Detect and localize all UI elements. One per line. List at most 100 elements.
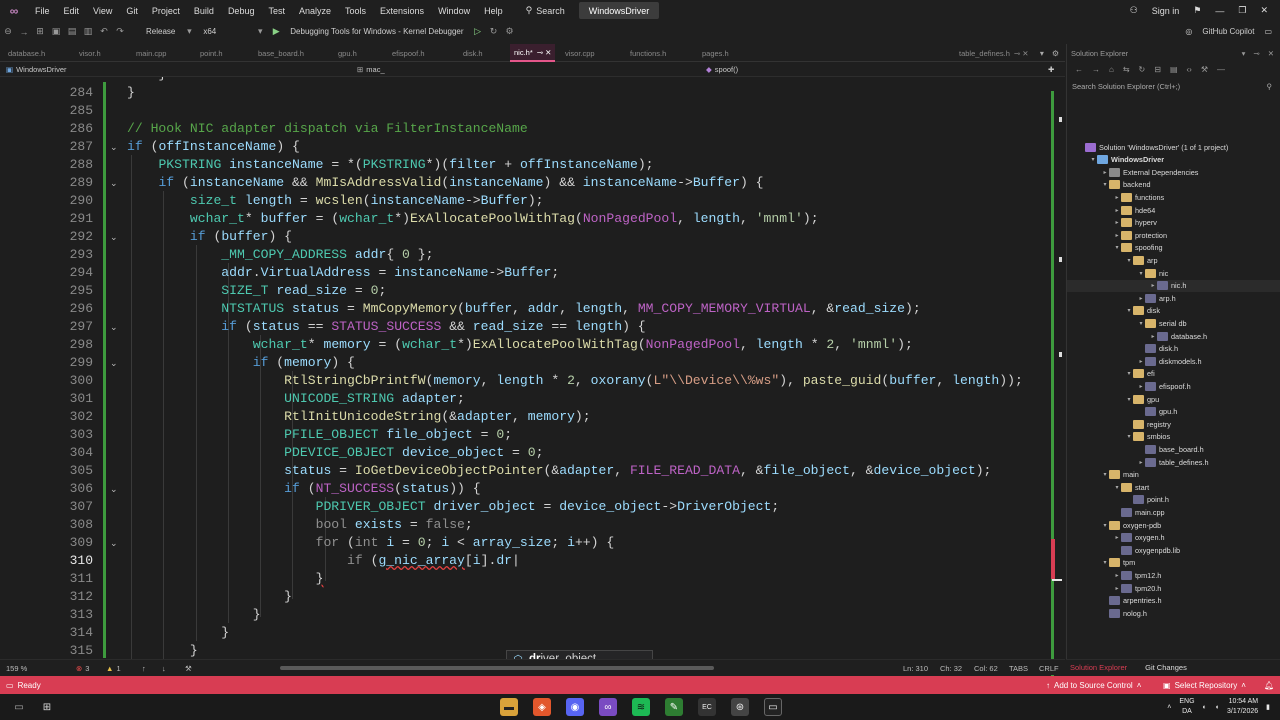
- tree-node[interactable]: ▸ hyperv: [1067, 217, 1280, 229]
- tree-node[interactable]: point.h: [1067, 494, 1280, 506]
- forward-icon[interactable]: →: [1092, 65, 1100, 74]
- more-icon[interactable]: —: [1217, 65, 1225, 74]
- undo-icon[interactable]: ↶: [96, 26, 112, 37]
- add-to-source-control-button[interactable]: ↑ Add to Source Control ˄: [1046, 676, 1141, 694]
- tree-node[interactable]: ▸ functions: [1067, 191, 1280, 203]
- tree-node[interactable]: ▾ start: [1067, 481, 1280, 493]
- menu-item-project[interactable]: Project: [145, 0, 187, 21]
- language-indicator[interactable]: ENG DA: [1179, 697, 1194, 717]
- tree-node[interactable]: ▾ main: [1067, 469, 1280, 481]
- open-icon[interactable]: ▣: [48, 26, 64, 37]
- collapsed-chevron-icon[interactable]: ▸: [1149, 333, 1157, 340]
- tree-node[interactable]: ▾ oxygen-pdb: [1067, 519, 1280, 531]
- terminal-icon[interactable]: ▭: [764, 698, 782, 716]
- menu-item-window[interactable]: Window: [431, 0, 477, 21]
- collapsed-chevron-icon[interactable]: ▸: [1113, 534, 1121, 541]
- tab-git-changes[interactable]: Git Changes: [1145, 663, 1187, 672]
- tree-node[interactable]: ▸ tpm20.h: [1067, 582, 1280, 594]
- network-icon[interactable]: ◐: [1203, 704, 1207, 711]
- show-desktop-icon[interactable]: ▭: [10, 698, 28, 716]
- menu-item-file[interactable]: File: [28, 0, 57, 21]
- start-debugging-icon[interactable]: ▶: [268, 26, 284, 37]
- back-icon[interactable]: ←: [1075, 65, 1083, 74]
- tree-node[interactable]: ▾ serial db: [1067, 317, 1280, 329]
- tree-node[interactable]: ▾ disk: [1067, 305, 1280, 317]
- notifications-icon[interactable]: 🔔︎: [1264, 676, 1274, 694]
- minimize-button[interactable]: —: [1215, 6, 1224, 16]
- menu-item-view[interactable]: View: [86, 0, 119, 21]
- feedback-icon[interactable]: ⚑: [1193, 5, 1201, 16]
- tree-node[interactable]: arpentries.h: [1067, 595, 1280, 607]
- tree-node[interactable]: ▾ arp: [1067, 254, 1280, 266]
- menu-item-git[interactable]: Git: [119, 0, 145, 21]
- properties-icon[interactable]: ⚒: [1201, 65, 1208, 74]
- tree-node[interactable]: ▾ backend: [1067, 179, 1280, 191]
- tab-pages-h[interactable]: pages.h: [698, 44, 733, 62]
- collapsed-chevron-icon[interactable]: ▸: [1149, 282, 1157, 289]
- save-all-icon[interactable]: ▥: [80, 26, 96, 37]
- expanded-chevron-icon[interactable]: ▾: [1113, 484, 1121, 491]
- expanded-chevron-icon[interactable]: ▾: [1137, 270, 1145, 277]
- previous-issue-icon[interactable]: ↑: [142, 660, 146, 676]
- tree-node[interactable]: ▸ arp.h: [1067, 292, 1280, 304]
- tree-node[interactable]: ▾ smbios: [1067, 431, 1280, 443]
- collapsed-chevron-icon[interactable]: ▸: [1113, 572, 1121, 579]
- tree-node[interactable]: ▸ hde64: [1067, 204, 1280, 216]
- close-icon[interactable]: ⊸ ✕: [537, 48, 552, 57]
- collapsed-chevron-icon[interactable]: ▸: [1113, 585, 1121, 592]
- notepad-icon[interactable]: ✎: [665, 698, 683, 716]
- fold-toggle-icon[interactable]: ⌄: [110, 358, 118, 369]
- start-without-debugging-icon[interactable]: ▷: [470, 26, 486, 37]
- warning-count[interactable]: ▲ 1: [106, 660, 121, 676]
- tab-visor-cpp[interactable]: visor.cpp: [561, 44, 599, 62]
- collapsed-chevron-icon[interactable]: ▸: [1113, 207, 1121, 214]
- tree-node[interactable]: ▸ table_defines.h: [1067, 456, 1280, 468]
- expanded-chevron-icon[interactable]: ▾: [1125, 307, 1133, 314]
- copilot-menu-icon[interactable]: ▭: [1264, 27, 1272, 36]
- tree-node[interactable]: ▾ spoofing: [1067, 242, 1280, 254]
- collapsed-chevron-icon[interactable]: ▸: [1113, 194, 1121, 201]
- expanded-chevron-icon[interactable]: ▾: [1125, 396, 1133, 403]
- tree-node[interactable]: registry: [1067, 418, 1280, 430]
- file-explorer-icon[interactable]: ▬: [500, 698, 518, 716]
- expanded-chevron-icon[interactable]: ▾: [1101, 522, 1109, 529]
- new-item-icon[interactable]: ⊞: [32, 26, 48, 37]
- save-icon[interactable]: ▤: [64, 26, 80, 37]
- expanded-chevron-icon[interactable]: ▾: [1113, 244, 1121, 251]
- expanded-chevron-icon[interactable]: ▾: [1125, 257, 1133, 264]
- collapsed-chevron-icon[interactable]: ▸: [1137, 459, 1145, 466]
- settings-icon[interactable]: ⚙: [1052, 49, 1059, 58]
- tree-node[interactable]: Solution 'WindowsDriver' (1 of 1 project…: [1067, 141, 1280, 153]
- project-dropdown[interactable]: ▣ WindowsDriver: [6, 62, 67, 77]
- tab-functions-h[interactable]: functions.h: [626, 44, 670, 62]
- tree-node[interactable]: ▾ tpm: [1067, 557, 1280, 569]
- chevron-down-icon[interactable]: ▾: [1242, 49, 1246, 58]
- forward-icon[interactable]: →: [16, 27, 32, 37]
- menu-item-edit[interactable]: Edit: [57, 0, 87, 21]
- search-box[interactable]: ⚲ Search: [518, 0, 573, 21]
- pin-icon[interactable]: ⊸ ✕: [1014, 49, 1029, 58]
- menu-item-help[interactable]: Help: [477, 0, 510, 21]
- fold-toggle-icon[interactable]: ⌄: [110, 232, 118, 243]
- tree-node[interactable]: ▸ protection: [1067, 229, 1280, 241]
- tree-node[interactable]: ▸ tpm12.h: [1067, 569, 1280, 581]
- tab-gpu-h[interactable]: gpu.h: [334, 44, 361, 62]
- code-editor[interactable]: } 284} 285 286 // Hook NIC adapter dispatch …: [0, 77, 1065, 659]
- fold-toggle-icon[interactable]: ⌄: [110, 322, 118, 333]
- redo-icon[interactable]: ↷: [112, 26, 128, 37]
- vertical-scrollbar[interactable]: [1050, 77, 1065, 677]
- spotify-icon[interactable]: ≋: [632, 698, 650, 716]
- select-repository-button[interactable]: ▣ Select Repository ˄: [1163, 676, 1246, 694]
- tree-node[interactable]: base_board.h: [1067, 443, 1280, 455]
- tab-disk-h[interactable]: disk.h: [459, 44, 487, 62]
- menu-item-extensions[interactable]: Extensions: [373, 0, 431, 21]
- tree-node[interactable]: ▸ oxygen.h: [1067, 532, 1280, 544]
- fold-toggle-icon[interactable]: ⌄: [110, 484, 118, 495]
- tree-node[interactable]: ▸ diskmodels.h: [1067, 355, 1280, 367]
- expanded-chevron-icon[interactable]: ▾: [1125, 370, 1133, 377]
- volume-icon[interactable]: ◖: [1215, 704, 1219, 711]
- vpn-icon[interactable]: ⊛: [731, 698, 749, 716]
- collapsed-chevron-icon[interactable]: ▸: [1113, 232, 1121, 239]
- fold-toggle-icon[interactable]: ⌄: [110, 142, 118, 153]
- back-icon[interactable]: ⊖: [0, 26, 16, 37]
